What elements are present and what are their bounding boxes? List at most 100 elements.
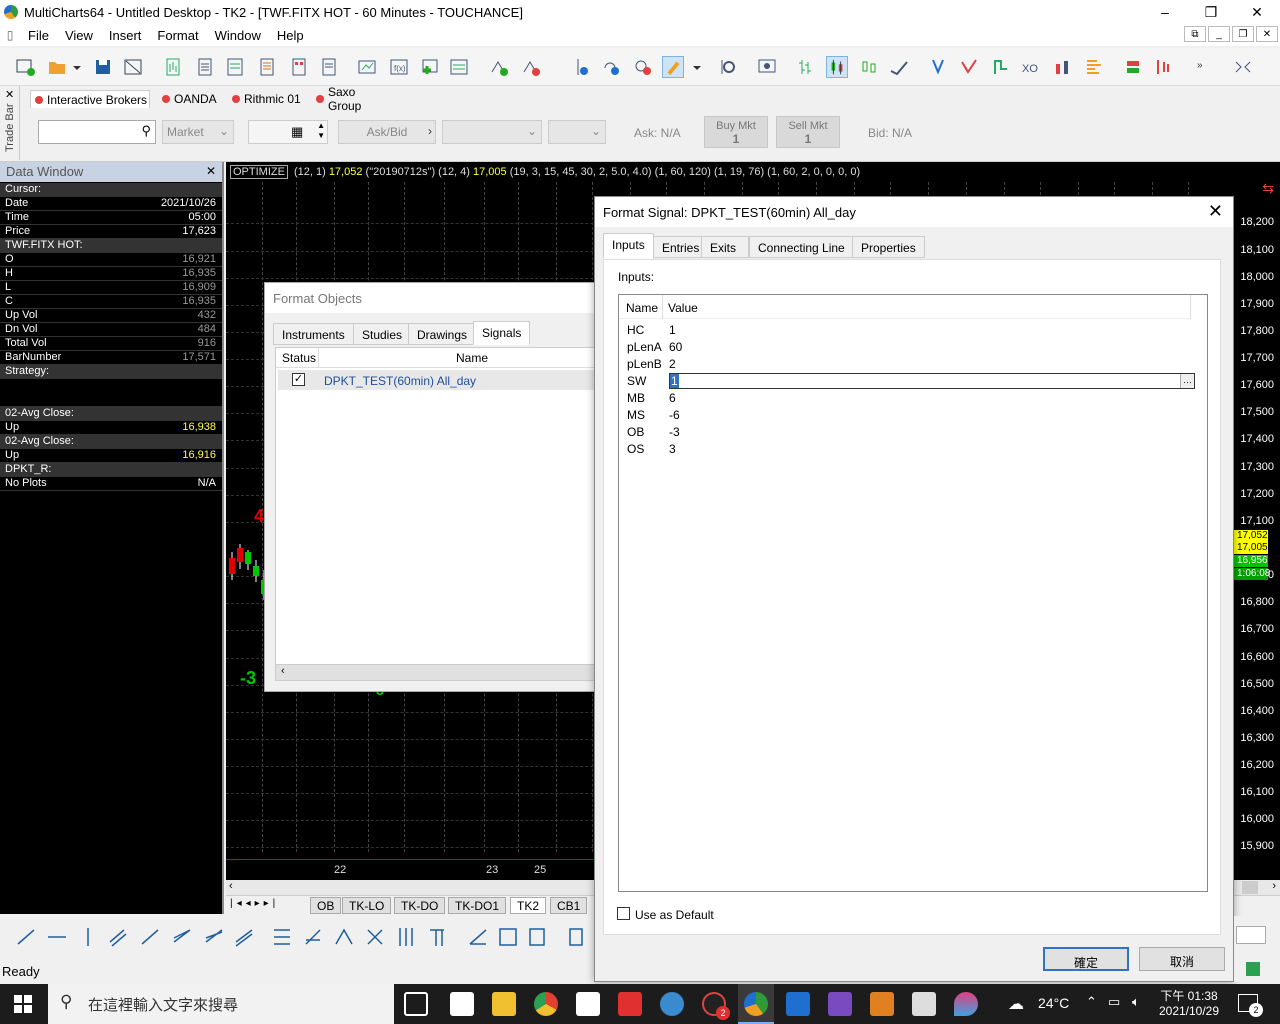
tab-drawings[interactable]: Drawings <box>408 323 477 345</box>
inputs-grid[interactable]: Name Value HC 1 pLenA 60 pLenB 2 SW 1… MB 6 MS -6 OB… <box>618 294 1208 892</box>
drawing-mode-icon[interactable] <box>662 56 684 78</box>
enabled-checkbox[interactable]: ✓ <box>292 373 305 386</box>
fib-extension-icon[interactable] <box>305 929 321 945</box>
scroll-thumb[interactable] <box>1242 881 1258 894</box>
input-value[interactable]: 2 <box>669 357 676 373</box>
input-value-editor[interactable]: 1… <box>669 373 1195 389</box>
maximize-button[interactable]: ❐ <box>1188 0 1234 24</box>
vs-code-icon[interactable] <box>786 992 810 1016</box>
input-value[interactable]: 1 <box>670 374 679 388</box>
input-row[interactable]: OB -3 <box>627 425 680 441</box>
xo-icon[interactable]: XO <box>1020 56 1042 78</box>
order-type-select[interactable]: Market ⌄ <box>162 120 234 144</box>
ladybug-icon[interactable]: 2 <box>702 992 730 1020</box>
signals-list[interactable]: Status Name ✓ DPKT_TEST(60min) All_day ‹ <box>275 347 598 681</box>
close-icon[interactable]: ✕ <box>1208 201 1223 222</box>
column-name[interactable]: Name <box>456 351 488 365</box>
multicharts-taskbar-button[interactable] <box>738 984 774 1024</box>
input-value[interactable]: 1 <box>669 323 676 339</box>
strategy-on-icon[interactable] <box>488 56 510 78</box>
tab-signals[interactable]: Signals <box>473 321 531 345</box>
power-language-icon[interactable]: f(x) <box>388 56 410 78</box>
broker-tab-interactive-brokers[interactable]: Interactive Brokers <box>30 90 150 108</box>
taskbar-search-box[interactable]: ⚲ 在這裡輸入文字來搜尋 <box>48 984 394 1024</box>
menu-window[interactable]: Window <box>207 28 269 43</box>
kagi-icon[interactable] <box>958 56 980 78</box>
open-folder-icon[interactable] <box>46 56 68 78</box>
paint-icon[interactable] <box>954 992 978 1016</box>
fibonacci-retracement-icon[interactable] <box>274 929 290 945</box>
task-view-icon[interactable] <box>404 992 428 1016</box>
trade-bar-close-icon[interactable]: ✕ <box>5 88 14 101</box>
cycle-lines-icon[interactable] <box>430 929 444 946</box>
input-row[interactable]: SW 1… <box>627 373 1195 390</box>
tab-navigation-icon[interactable]: |◂◂▸▸| <box>230 898 279 909</box>
open-dropdown-icon[interactable] <box>70 56 84 78</box>
quantity-input[interactable]: ▦ ▲ ▼ <box>248 120 328 144</box>
tab-instruments[interactable]: Instruments <box>273 323 354 345</box>
input-value[interactable]: -6 <box>669 408 680 424</box>
ok-button[interactable]: 確定 <box>1043 947 1129 971</box>
cancel-button[interactable]: 取消 <box>1139 947 1225 971</box>
menu-help[interactable]: Help <box>269 28 312 43</box>
chrome-icon[interactable] <box>534 992 558 1016</box>
menu-view[interactable]: View <box>57 28 101 43</box>
globe-icon[interactable] <box>660 992 684 1016</box>
parallel-channel-icon[interactable] <box>109 929 127 947</box>
input-value[interactable]: 3 <box>669 442 676 458</box>
input-row[interactable]: HC 1 <box>627 323 676 339</box>
weather-cloud-icon[interactable]: ☁ <box>1008 994 1024 1014</box>
buy-market-button[interactable]: Buy Mkt 1 <box>704 116 768 148</box>
cross-tool-icon[interactable] <box>367 929 383 945</box>
strategy-off-icon[interactable] <box>520 56 542 78</box>
visual-studio-icon[interactable] <box>828 992 852 1016</box>
profile-icon[interactable] <box>1082 56 1104 78</box>
tab-connecting-line[interactable]: Connecting Line <box>749 236 854 258</box>
close-button[interactable]: ✕ <box>1234 0 1280 24</box>
tab-tk-do[interactable]: TK-DO <box>394 897 446 914</box>
ask-bid-button[interactable]: Ask/Bid › <box>338 120 436 144</box>
layout-icon[interactable] <box>1122 56 1144 78</box>
andrews-pitchfork-icon[interactable] <box>335 928 353 945</box>
volume-icon[interactable] <box>1052 56 1074 78</box>
volume-icon[interactable]: 🔈︎ <box>1132 994 1140 1010</box>
format-window-icon[interactable] <box>448 56 470 78</box>
scroll-right-icon[interactable]: › <box>1272 880 1276 892</box>
calculator-icon[interactable] <box>576 992 600 1016</box>
weather-temperature[interactable]: 24°C <box>1038 995 1069 1011</box>
clock[interactable]: 下午 01:38 2021/10/29 <box>1156 987 1222 1018</box>
price-select[interactable]: ⌄ <box>442 120 542 144</box>
symbol-input[interactable]: ⚲ <box>38 120 156 144</box>
drawing-dropdown-icon[interactable] <box>690 56 704 78</box>
trendline-tool-icon[interactable] <box>17 929 35 945</box>
mdi-maximize-icon[interactable]: ❐ <box>1232 26 1254 42</box>
tab-properties[interactable]: Properties <box>852 236 925 258</box>
tab-inputs[interactable]: Inputs <box>603 233 654 259</box>
quantity-stepper[interactable]: ▲ ▼ <box>317 121 325 141</box>
input-value[interactable]: 6 <box>669 391 676 407</box>
menu-insert[interactable]: Insert <box>101 28 150 43</box>
mdi-close-icon[interactable]: ✕ <box>1256 26 1278 42</box>
new-dom-icon[interactable] <box>224 56 246 78</box>
tab-tk-lo[interactable]: TK-LO <box>342 897 392 914</box>
close-workspace-icon[interactable] <box>122 56 144 78</box>
calculator-icon[interactable] <box>569 928 583 946</box>
input-value[interactable]: 60 <box>669 340 682 356</box>
add-instrument-icon[interactable] <box>418 56 440 78</box>
column-value[interactable]: Value <box>668 301 698 315</box>
new-page-icon[interactable] <box>318 56 340 78</box>
search-icon[interactable]: ⚲ <box>141 123 151 139</box>
ohlc-bars-icon[interactable] <box>794 56 816 78</box>
tab-cb1[interactable]: CB1 <box>550 897 588 914</box>
sell-market-button[interactable]: Sell Mkt 1 <box>776 116 840 148</box>
broker-tab-oanda[interactable]: OANDA <box>158 90 224 108</box>
windows-start-icon[interactable] <box>14 995 32 1013</box>
tab-tk-do1[interactable]: TK-DO1 <box>448 897 507 914</box>
settings-gear-icon[interactable] <box>718 56 740 78</box>
menu-format[interactable]: Format <box>149 28 206 43</box>
close-icon[interactable]: ✕ <box>206 164 216 178</box>
ray-tool-icon[interactable] <box>141 929 159 945</box>
point-figure-icon[interactable] <box>928 56 950 78</box>
column-status[interactable]: Status <box>282 351 316 365</box>
input-row[interactable]: pLenA 60 <box>627 340 682 356</box>
